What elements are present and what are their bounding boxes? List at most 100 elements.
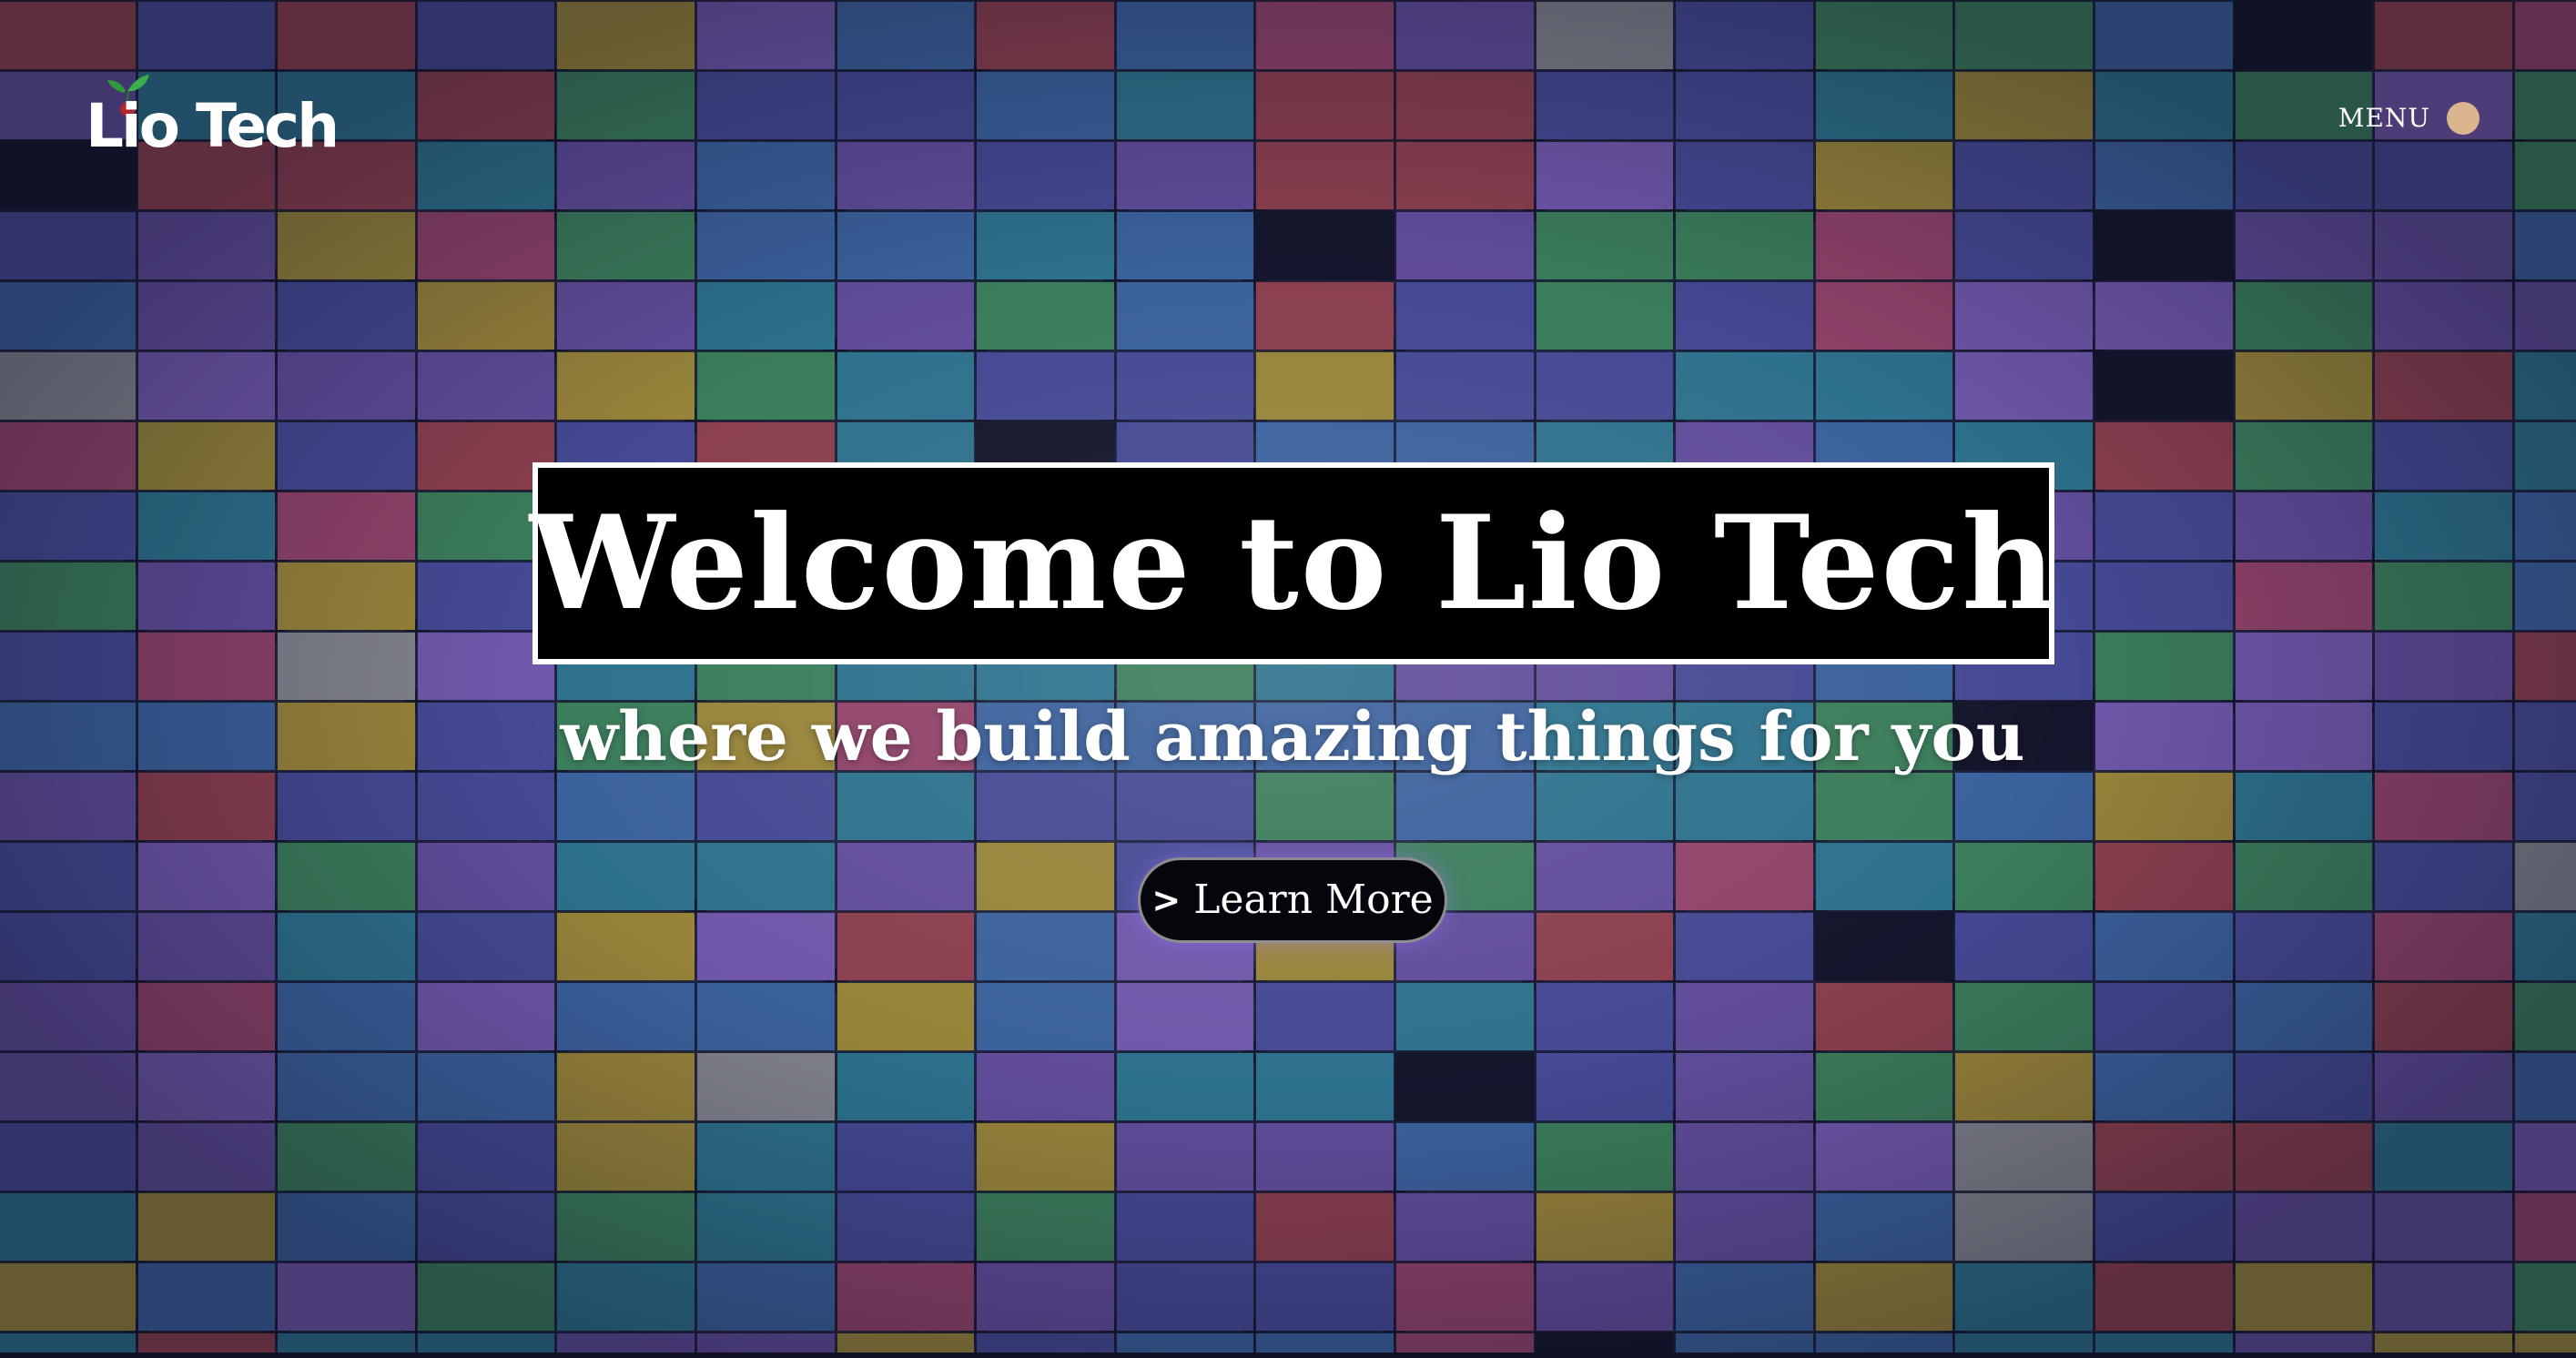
background-tile (1394, 280, 1536, 351)
background-tile (1674, 1121, 1815, 1192)
background-tile (136, 1051, 278, 1122)
background-tile (2233, 421, 2375, 492)
background-tile (415, 1191, 557, 1262)
background-tile (1953, 70, 2094, 141)
background-tile (1394, 350, 1536, 421)
background-tile (2233, 280, 2375, 351)
background-tile (1114, 1051, 1256, 1122)
background-tile (1674, 1262, 1815, 1333)
background-tile (136, 350, 278, 421)
background-tile (2233, 0, 2375, 71)
menu-button[interactable]: MENU (2338, 102, 2480, 135)
background-tile (2233, 1262, 2375, 1333)
background-tile (415, 911, 557, 982)
background-tile (975, 911, 1116, 982)
background-tile (2512, 350, 2576, 421)
background-tile (1394, 1191, 1536, 1262)
hero-subtitle: where we build amazing things for you (560, 698, 2025, 776)
background-tile (1674, 140, 1815, 211)
background-tile (975, 1121, 1116, 1192)
background-tile (1254, 981, 1395, 1052)
background-tile (2512, 911, 2576, 982)
background-tile (1953, 911, 2094, 982)
background-tile (415, 70, 557, 141)
background-tile (276, 1051, 417, 1122)
background-tile (975, 841, 1116, 912)
bottom-bar (0, 1353, 2576, 1358)
background-tile (276, 841, 417, 912)
background-tile (2512, 140, 2576, 211)
background-tile (2512, 841, 2576, 912)
background-tile (1674, 1191, 1815, 1262)
background-tile (0, 0, 137, 71)
background-tile (555, 1191, 696, 1262)
background-tile (1813, 350, 1955, 421)
background-tile (276, 421, 417, 492)
background-tile (1953, 841, 2094, 912)
logo[interactable]: Lio Tech (86, 73, 340, 173)
background-tile (2233, 1121, 2375, 1192)
background-tile (415, 280, 557, 351)
background-tile (1254, 0, 1395, 71)
background-tile (276, 561, 417, 632)
background-tile (2094, 491, 2235, 562)
background-tile (415, 1262, 557, 1333)
background-tile (1534, 771, 1676, 842)
background-tile (136, 0, 278, 71)
background-tile (1394, 771, 1536, 842)
background-tile (695, 350, 837, 421)
background-tile (1813, 1191, 1955, 1262)
background-tile (276, 350, 417, 421)
background-tile (1953, 1262, 2094, 1333)
background-tile (555, 280, 696, 351)
background-tile (0, 280, 137, 351)
background-tile (2512, 631, 2576, 702)
background-tile (2512, 1262, 2576, 1333)
background-tile (1674, 280, 1815, 351)
background-tile (1813, 0, 1955, 71)
background-tile (1953, 140, 2094, 211)
background-tile (2094, 1121, 2235, 1192)
background-tile (415, 350, 557, 421)
background-tile (1813, 1051, 1955, 1122)
learn-more-button[interactable]: > Learn More (1138, 857, 1447, 943)
background-tile (2094, 911, 2235, 982)
background-tile (1534, 350, 1676, 421)
background-tile (276, 210, 417, 281)
background-tile (1813, 911, 1955, 982)
background-tile (1534, 0, 1676, 71)
background-tile (2094, 421, 2235, 492)
background-tile (1953, 1191, 2094, 1262)
chevron-right-icon: > (1151, 880, 1182, 920)
background-tile (555, 1121, 696, 1192)
background-tile (2373, 350, 2514, 421)
background-tile (1534, 841, 1676, 912)
background-tile (835, 841, 977, 912)
background-tile (835, 1262, 977, 1333)
hero-title-box: Welcome to Lio Tech (530, 462, 2055, 664)
background-tile (695, 771, 837, 842)
background-tile (415, 841, 557, 912)
background-tile (1254, 1121, 1395, 1192)
background-tile (2233, 350, 2375, 421)
background-tile (2373, 1121, 2514, 1192)
background-tile (1534, 1051, 1676, 1122)
background-tile (2094, 1262, 2235, 1333)
background-tile (1674, 70, 1815, 141)
background-tile (975, 771, 1116, 842)
background-tile (555, 911, 696, 982)
background-tile (2233, 491, 2375, 562)
background-tile (276, 280, 417, 351)
background-tile (276, 0, 417, 71)
background-tile (695, 981, 837, 1052)
background-tile (2373, 280, 2514, 351)
background-tile (2512, 1191, 2576, 1262)
background-tile (1254, 350, 1395, 421)
background-tile (2094, 771, 2235, 842)
background-tile (1254, 140, 1395, 211)
background-tile (695, 210, 837, 281)
background-tile (1674, 210, 1815, 281)
background-tile (975, 70, 1116, 141)
logo-text: Lio Tech (86, 91, 340, 161)
background-tile (1674, 841, 1815, 912)
